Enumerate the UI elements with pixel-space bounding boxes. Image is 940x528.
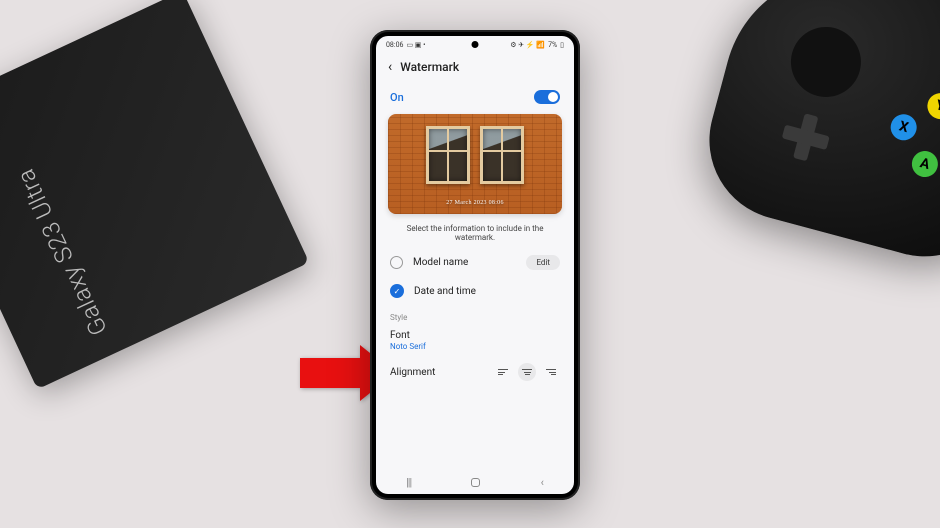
option-model-name-row[interactable]: Model name Edit	[376, 248, 574, 277]
page-header: ‹ Watermark	[376, 52, 574, 82]
option-model-name-label: Model name	[413, 257, 516, 268]
controller-y-button-icon: Y	[924, 90, 940, 122]
battery-icon: ▯	[560, 41, 564, 49]
alignment-label: Alignment	[390, 367, 488, 378]
master-toggle-switch[interactable]	[534, 90, 560, 104]
navigation-bar: ||| ‹	[376, 470, 574, 494]
controller-a-button-icon: A	[909, 148, 940, 180]
master-toggle-label: On	[390, 91, 404, 104]
status-time: 08:06	[386, 41, 403, 49]
radio-checked-icon[interactable]: ✓	[390, 284, 404, 298]
controller-x-button-icon: X	[888, 111, 920, 143]
radio-unchecked-icon[interactable]	[390, 256, 403, 269]
alignment-row: Alignment	[376, 357, 574, 387]
font-value: Noto Serif	[390, 342, 560, 351]
watermark-text-overlay: 27 March 2023 08:06	[446, 200, 504, 206]
status-icons-left: ▭ ▣ •	[406, 41, 425, 49]
status-battery: 7%	[548, 41, 557, 49]
phone-screen: 08:06 ▭ ▣ • ⚙ ✈ ⚡ 📶 7% ▯ ‹ Watermark On …	[376, 36, 574, 494]
camera-punch-hole	[472, 41, 479, 48]
product-box-text: Galaxy S23 Ultra	[11, 164, 113, 339]
align-right-icon[interactable]	[542, 363, 560, 381]
nav-back-icon[interactable]: ‹	[541, 476, 544, 489]
preview-window-left	[426, 126, 470, 184]
nav-recents-icon[interactable]: |||	[406, 476, 411, 489]
phone-frame: 08:06 ▭ ▣ • ⚙ ✈ ⚡ 📶 7% ▯ ‹ Watermark On …	[370, 30, 580, 500]
option-date-time-row[interactable]: ✓ Date and time	[376, 277, 574, 305]
page-title: Watermark	[400, 60, 459, 74]
font-label: Font	[390, 330, 560, 341]
status-icons-right: ⚙ ✈ ⚡ 📶	[510, 41, 545, 49]
master-toggle-row: On	[376, 82, 574, 114]
watermark-preview: 27 March 2023 08:06	[388, 114, 562, 214]
font-row[interactable]: Font Noto Serif	[376, 326, 574, 357]
align-left-icon[interactable]	[494, 363, 512, 381]
section-description: Select the information to include in the…	[376, 214, 574, 248]
edit-button[interactable]: Edit	[526, 255, 560, 270]
nav-home-icon[interactable]	[471, 478, 480, 487]
game-controller-prop: Y X B A	[691, 0, 940, 274]
option-date-time-label: Date and time	[414, 286, 560, 297]
product-box-prop: Galaxy S23 Ultra	[0, 0, 309, 389]
controller-dpad-icon	[778, 109, 834, 165]
back-icon[interactable]: ‹	[388, 60, 392, 74]
align-center-icon[interactable]	[518, 363, 536, 381]
preview-window-right	[480, 126, 524, 184]
style-section-label: Style	[376, 305, 574, 326]
